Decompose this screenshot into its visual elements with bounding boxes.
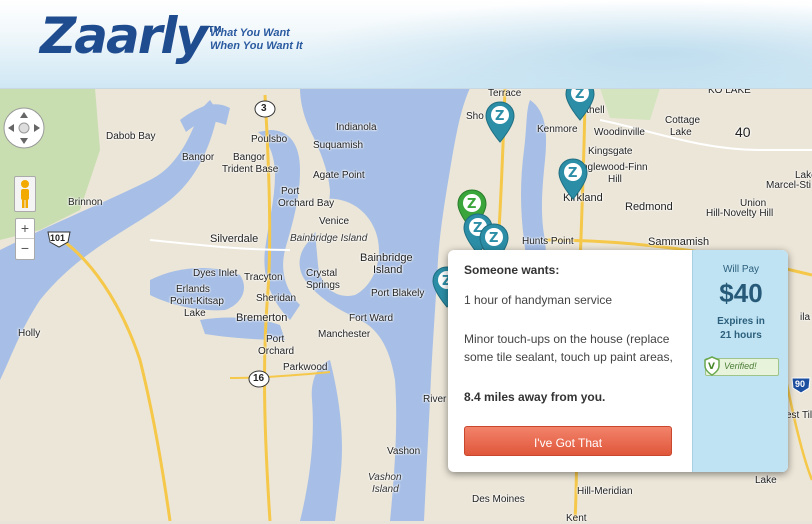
request-details: Someone wants: 1 hour of handyman servic… [448,250,692,472]
map-label-crystal: Crystal [306,268,338,279]
map-label-portblakely: Port Blakely [371,288,425,299]
map-label-point: Point-Kitsap [170,296,224,307]
map-label-fortward: Fort Ward [349,313,394,324]
payment-panel: Will Pay $40 Expires in 21 hours V Verif… [692,250,788,472]
zoom-in-button[interactable]: + [16,219,34,239]
request-marker-icon[interactable]: Z [557,157,589,201]
map-label-40: 40 [735,124,751,140]
map-label-desmoines: Des Moines [472,494,525,505]
svg-text:Z: Z [489,231,498,246]
request-marker-icon[interactable]: Z [484,100,516,144]
route-3-label: 3 [261,103,267,114]
map-label-inglewood: nglewood-Finn [582,162,648,173]
map-label-bremerton: Bremerton [236,312,288,324]
map-label-redmond: Redmond [625,201,673,213]
tagline-line-2: When You Want It [210,40,303,52]
map-label-suquamish: Suquamish [313,140,364,151]
map-label-vashon: Vashon [387,446,421,457]
svg-text:Z: Z [495,109,504,124]
map-label-island: Island [373,264,403,276]
map-label-silverdale: Silverdale [210,233,259,245]
site-header: Zaarly TM What You Want When You Want It [0,0,812,89]
map-label-vashon-island-1: Vashon [368,472,402,483]
svg-text:Z: Z [467,197,476,212]
tagline-line-1: What You Want [210,27,290,39]
map-label-marcel: Marcel-Sti [766,180,812,191]
map-label-lake: Lake [670,127,692,138]
map-label-river: River [423,394,447,405]
map-label-bainbridge-city: Bainbridge [360,252,413,264]
map-label-port-orchard-1: Port [266,334,285,345]
map-label-sheridan: Sheridan [256,293,297,304]
svg-text:Z: Z [575,87,584,102]
map-label-hill: Hill [608,174,622,185]
ive-got-that-button[interactable]: I've Got That [464,426,672,456]
map-label-terrace: Terrace [488,88,522,99]
map-label-dyes: Dyes Inlet [193,268,238,279]
request-heading: Someone wants: [464,263,560,277]
map-label-bangor2: Bangor [233,152,266,163]
map-label-bainbridge-island: Bainbridge Island [290,233,368,244]
map-label-venice: Venice [319,216,350,227]
will-pay-label: Will Pay [722,264,760,275]
verified-shield-icon: V [704,356,720,376]
map-label-orchardbay: Orchard Bay [278,198,335,209]
map-label-kenmore: Kenmore [537,124,578,135]
map-label-dabob: Dabob Bay [106,131,156,142]
tagline: What You Want When You Want It [210,27,303,53]
map-label-poulsbo: Poulsbo [251,134,288,145]
map-label-hillnovelty: Hill-Novelty Hill [706,208,774,219]
map-label-parkwood: Parkwood [283,362,328,373]
map-label-port: Port [281,186,300,197]
route-16-label: 16 [253,373,265,384]
zoom-control: + − [15,218,35,260]
verified-label: Verified! [724,361,757,371]
map-label-port-orchard-2: Orchard [258,346,295,357]
expires-label: Expires in [717,316,765,327]
route-101-label: 101 [50,233,66,243]
map-label-lakek: Lake [184,308,206,319]
map-label-tracyton: Tracyton [244,272,283,283]
map-label-sammamish: Sammamish [648,236,710,248]
map-label-vashon-island-2: Island [372,484,399,495]
verified-badge: V Verified! [704,356,779,376]
map-label-bangor: Bangor [182,152,215,163]
map-label-erland: Erlands [176,284,210,295]
request-popup: Someone wants: 1 hour of handyman servic… [448,250,788,472]
request-distance: 8.4 miles away from you. [464,390,606,404]
map-label-kent: Kent [566,513,587,524]
map-label-hunts: Hunts Point [522,236,574,247]
map-label-springs: Springs [306,280,340,291]
map-label-cottage: Cottage [665,115,701,126]
route-90-label: 90 [795,379,806,389]
request-description: Minor touch-ups on the house (replace so… [464,332,673,364]
expires-time: 21 hours [720,330,762,341]
map-label-agate: Agate Point [313,170,365,181]
svg-text:V: V [708,362,715,372]
street-view-pegman-icon[interactable] [14,176,36,212]
header-background [292,0,812,88]
zaarly-logo[interactable]: Zaarly TM [40,4,222,68]
price: $40 [719,278,763,308]
map-label-trident: Trident Base [222,164,279,175]
map-label-hillmeridian: Hill-Meridian [577,486,633,497]
svg-text:Z: Z [568,166,577,181]
map-label-woodinville: Woodinville [594,127,645,138]
request-title: 1 hour of handyman service [464,293,613,307]
map-label-sho: Sho [466,111,484,122]
map-label-brinnon: Brinnon [68,197,103,208]
zoom-out-button[interactable]: − [16,239,34,258]
map-label-kingsgate: Kingsgate [588,146,633,157]
map-label-ila: ila [800,312,811,323]
map-label-manchester: Manchester [318,329,371,340]
logo-text: Zaarly [40,7,208,65]
map-label-indianola: Indianola [336,122,377,133]
map-label-lakeside: Lake [755,475,777,486]
pan-control-icon[interactable] [2,106,46,150]
map-label-estt: est Til [786,410,812,421]
map-label-holly: Holly [18,328,41,339]
